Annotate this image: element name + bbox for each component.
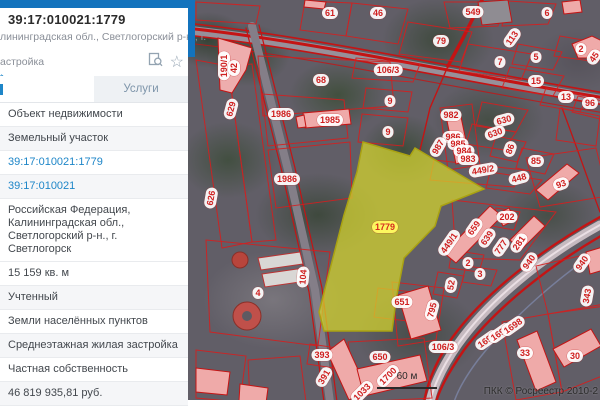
parcel-label[interactable]: 15: [528, 75, 544, 87]
parcel-label[interactable]: 106/3: [374, 64, 403, 76]
parcel-label[interactable]: 9: [384, 95, 395, 107]
info-row: 15 159 кв. м: [0, 262, 188, 286]
document-search-icon[interactable]: [148, 52, 163, 72]
info-row: Учтенный: [0, 286, 188, 310]
parcel-link-row[interactable]: 39:17:010021: [0, 175, 188, 199]
parcel-label[interactable]: 1985: [317, 114, 343, 126]
parcel-label[interactable]: 5: [530, 51, 541, 63]
parcel-label[interactable]: 549: [462, 6, 483, 18]
info-rows: Объект недвижимостиЗемельный участок39:1…: [0, 103, 188, 406]
info-row: Земли населённых пунктов: [0, 310, 188, 334]
parcel-label[interactable]: 85: [528, 155, 544, 167]
parcel-label[interactable]: 7: [494, 56, 505, 68]
cadastral-number-title: 39:17:010021:1779: [8, 12, 180, 27]
cadastral-map[interactable]: 6146549679113245106/3687599151396190/142…: [188, 0, 600, 400]
parcel-label[interactable]: 3: [474, 268, 485, 280]
info-row: Частная собственность: [0, 358, 188, 382]
parcel-label[interactable]: 982: [440, 109, 461, 121]
parcel-link-row[interactable]: 39:17:010021:1779: [0, 151, 188, 175]
tab-label-fragment: [0, 84, 3, 95]
parcel-label[interactable]: 9: [382, 126, 393, 138]
parcel-label[interactable]: 4: [252, 287, 263, 299]
panel-tabs: Услуги: [0, 76, 188, 103]
map-copyright: ПКК © Росреестр 2010-2: [484, 386, 598, 397]
parcel-label[interactable]: 1986: [274, 173, 300, 185]
parcel-label[interactable]: 96: [582, 97, 598, 109]
info-row: Российская Федерация, Калининградская об…: [0, 199, 188, 262]
parcel-label[interactable]: 106/3: [429, 341, 458, 353]
address-subtitle: лининградская обл., Светлогорский р-н., …: [0, 31, 180, 44]
selected-parcel-label[interactable]: 1779: [372, 221, 398, 233]
info-row: Объект недвижимости: [0, 103, 188, 127]
panel-header: 39:17:010021:1779 лининградская обл., Св…: [0, 0, 188, 68]
parcel-label[interactable]: 650: [369, 351, 390, 363]
parcel-label[interactable]: 30: [567, 350, 583, 362]
tab-services[interactable]: Услуги: [94, 76, 188, 102]
star-icon[interactable]: ☆: [170, 55, 184, 70]
tab-information[interactable]: [0, 76, 94, 102]
scale-bar: [377, 387, 437, 389]
parcel-label[interactable]: 393: [311, 349, 332, 361]
parcel-label[interactable]: 68: [313, 74, 329, 86]
parcel-label[interactable]: 2: [462, 257, 473, 269]
object-info-panel: 39:17:010021:1779 лининградская обл., Св…: [0, 0, 188, 400]
parcel-label[interactable]: 46: [370, 7, 386, 19]
parcel-label[interactable]: 1986: [268, 108, 294, 120]
parcel-label[interactable]: 983: [457, 153, 478, 165]
info-row: 46 819 935,81 руб.: [0, 382, 188, 406]
info-row: Земельный участок: [0, 127, 188, 151]
info-row: Среднеэтажная жилая застройка: [0, 334, 188, 358]
parcel-label[interactable]: 42: [228, 60, 240, 76]
parcel-label[interactable]: 79: [433, 35, 449, 47]
parcel-label[interactable]: 61: [322, 7, 338, 19]
parcel-label[interactable]: 13: [558, 91, 574, 103]
panel-accent-bar: [0, 0, 195, 8]
parcel-label[interactable]: 6: [541, 7, 552, 19]
scale-bar-label: 60 м: [377, 371, 437, 382]
parcel-label[interactable]: 202: [496, 211, 517, 223]
parcel-label[interactable]: 2: [575, 43, 586, 55]
parcel-label[interactable]: 33: [517, 347, 533, 359]
parcel-label[interactable]: 651: [391, 296, 412, 308]
panel-accent-strip: [188, 0, 195, 57]
